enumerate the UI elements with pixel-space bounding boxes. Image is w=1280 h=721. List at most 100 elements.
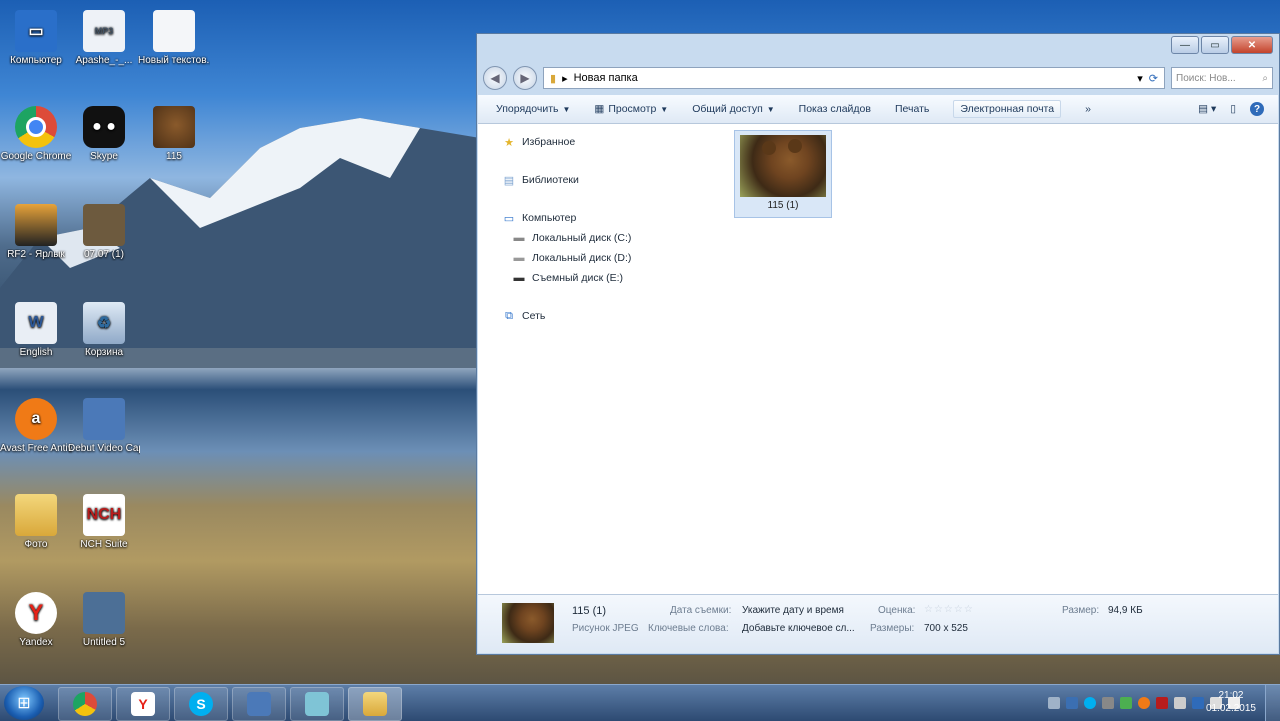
tray-app-icon[interactable] xyxy=(1066,697,1078,709)
help-button[interactable]: ? xyxy=(1250,102,1264,116)
nav-label: Избранное xyxy=(522,136,576,148)
desktop-icon-textfile[interactable]: Новый текстов... xyxy=(138,10,210,67)
nav-computer[interactable]: ▭ Компьютер xyxy=(478,208,718,228)
maximize-icon: ▭ xyxy=(1210,39,1220,51)
more-commands-button[interactable]: » xyxy=(1085,103,1091,115)
rating-label: Оценка: xyxy=(878,605,916,616)
desktop-icon-english[interactable]: W English xyxy=(0,302,72,359)
minimize-icon: — xyxy=(1180,39,1190,51)
explorer-window: — ▭ ✕ ◀ ▶ ▮ ▸ Новая папка ▾ ⟳ Поиск: Нов… xyxy=(476,33,1280,655)
taskbar-chrome[interactable] xyxy=(58,687,112,721)
preview-pane-icon[interactable]: ▯ xyxy=(1230,103,1236,115)
clock[interactable]: 21:02 01.02.2015 xyxy=(1206,689,1256,715)
preview-label: Просмотр xyxy=(608,103,657,115)
start-button[interactable]: ⊞ xyxy=(4,686,44,720)
address-dropdown-icon[interactable]: ▾ xyxy=(1137,72,1143,85)
minimize-button[interactable]: — xyxy=(1171,36,1199,54)
nav-favorites[interactable]: ★ Избранное xyxy=(478,132,718,152)
tray-skype-icon[interactable] xyxy=(1084,697,1096,709)
window-titlebar[interactable]: — ▭ ✕ xyxy=(477,34,1279,64)
show-desktop-button[interactable] xyxy=(1265,685,1280,721)
desktop-icon-untitled[interactable]: Untitled 5 xyxy=(68,592,140,649)
system-drive-icon: ▬ xyxy=(513,232,525,244)
refresh-icon[interactable]: ⟳ xyxy=(1149,72,1158,85)
chevron-down-icon: ▼ xyxy=(660,104,669,114)
details-file-name: 115 (1) xyxy=(572,605,607,617)
print-button[interactable]: Печать xyxy=(895,103,929,115)
yandex-icon: Y xyxy=(15,592,57,634)
desktop-icon-panda[interactable]: ● ● Skype xyxy=(68,106,140,163)
size-label: Размер: xyxy=(1062,605,1100,616)
desktop-icon-rf2[interactable]: RF2 - Ярлык xyxy=(0,204,72,261)
share-label: Общий доступ xyxy=(692,103,763,115)
tray-app-icon[interactable] xyxy=(1102,697,1114,709)
taskbar-debut[interactable] xyxy=(232,687,286,721)
taskbar-notepad[interactable] xyxy=(290,687,344,721)
back-button[interactable]: ◀ xyxy=(483,66,507,90)
desktop-icon-mp3[interactable]: MP3 Apashe_-_... xyxy=(68,10,140,67)
organize-button[interactable]: Упорядочить ▼ xyxy=(496,103,570,115)
share-button[interactable]: Общий доступ ▼ xyxy=(692,103,774,115)
date-value[interactable]: Укажите дату и время xyxy=(742,605,844,616)
slideshow-label: Показ слайдов xyxy=(798,103,871,115)
slideshow-button[interactable]: Показ слайдов xyxy=(799,103,871,115)
close-button[interactable]: ✕ xyxy=(1231,36,1273,54)
nav-label: Локальный диск (D:) xyxy=(532,252,632,264)
keywords-value[interactable]: Добавьте ключевое сл... xyxy=(742,623,855,634)
skype-icon: S xyxy=(189,692,213,716)
tray-bluetooth-icon[interactable] xyxy=(1192,697,1204,709)
mp3-file-icon: MP3 xyxy=(83,10,125,52)
desktop-icon-nch[interactable]: NCH NCH Suite xyxy=(68,494,140,551)
chrome-icon xyxy=(15,106,57,148)
yandex-icon: Y xyxy=(131,692,155,716)
view-options-icon[interactable]: ▤ ▾ xyxy=(1198,103,1216,115)
address-bar[interactable]: ▮ ▸ Новая папка ▾ ⟳ xyxy=(543,67,1165,89)
file-item[interactable]: 115 (1) xyxy=(734,130,832,218)
close-icon: ✕ xyxy=(1247,39,1257,51)
nav-drive-e[interactable]: ▬ Съемный диск (E:) xyxy=(478,268,718,288)
tray-app-icon[interactable] xyxy=(1174,697,1186,709)
avast-icon: a xyxy=(15,398,57,440)
nav-libraries[interactable]: ▤ Библиотеки xyxy=(478,170,718,190)
taskbar-explorer[interactable] xyxy=(348,687,402,721)
chevron-down-icon: ▼ xyxy=(562,104,571,114)
forward-button[interactable]: ▶ xyxy=(513,66,537,90)
folder-icon xyxy=(15,494,57,536)
nav-drive-d[interactable]: ▬ Локальный диск (D:) xyxy=(478,248,718,268)
tray-avast-icon[interactable] xyxy=(1138,697,1150,709)
more-label: » xyxy=(1085,103,1091,115)
desktop-icon-recycle-bin[interactable]: ♻ Корзина xyxy=(68,302,140,359)
nav-network[interactable]: ⧉ Сеть xyxy=(478,306,718,326)
library-icon: ▤ xyxy=(503,174,515,187)
file-name: 115 (1) xyxy=(767,200,799,211)
search-input[interactable]: Поиск: Нов... ⌕ xyxy=(1171,67,1273,89)
taskbar-yandex[interactable]: Y xyxy=(116,687,170,721)
desktop-icon-yandex[interactable]: Y Yandex xyxy=(0,592,72,649)
desktop-icon-photo-folder[interactable]: Фото xyxy=(0,494,72,551)
nch-icon: NCH xyxy=(83,494,125,536)
desktop-icon-debut[interactable]: Debut Video Capture S... xyxy=(68,398,140,455)
breadcrumb-folder[interactable]: Новая папка xyxy=(574,72,638,84)
flag-icon[interactable] xyxy=(1048,697,1060,709)
breadcrumb-separator-icon: ▸ xyxy=(562,72,568,85)
keywords-label: Ключевые слова: xyxy=(648,623,729,634)
taskbar: ⊞ Y S 21:02 01.02.2015 xyxy=(0,684,1280,721)
nav-drive-c[interactable]: ▬ Локальный диск (C:) xyxy=(478,228,718,248)
maximize-button[interactable]: ▭ xyxy=(1201,36,1229,54)
taskbar-skype[interactable]: S xyxy=(174,687,228,721)
dimensions-label: Размеры: xyxy=(870,623,915,634)
desktop-icon-bear[interactable]: 115 xyxy=(138,106,210,163)
nav-label: Локальный диск (C:) xyxy=(532,232,632,244)
desktop-icon-chrome[interactable]: Google Chrome xyxy=(0,106,72,163)
desktop-icon-avast[interactable]: a Avast Free Antivirus xyxy=(0,398,72,455)
dimensions-value: 700 x 525 xyxy=(924,623,968,634)
email-button[interactable]: Электронная почта xyxy=(953,100,1062,118)
nav-label: Библиотеки xyxy=(522,174,579,186)
preview-button[interactable]: ▦ Просмотр ▼ xyxy=(594,103,668,115)
desktop-icon-computer[interactable]: ▭ Компьютер xyxy=(0,10,72,67)
rating-stars[interactable]: ☆☆☆☆☆ xyxy=(924,604,974,615)
desktop-icon-photo-shortcut[interactable]: 07.07 (1) xyxy=(68,204,140,261)
clock-time: 21:02 xyxy=(1218,690,1244,701)
tray-check-icon[interactable] xyxy=(1120,697,1132,709)
tray-app-icon[interactable] xyxy=(1156,697,1168,709)
